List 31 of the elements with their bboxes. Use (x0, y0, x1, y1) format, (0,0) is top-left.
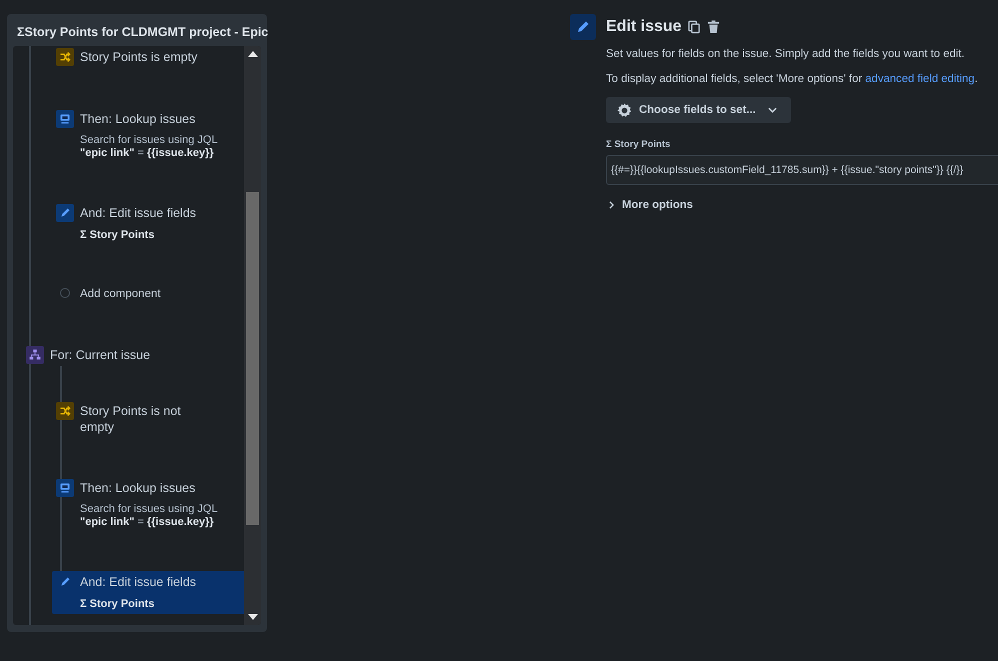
component-description: Search for issues using JQL (80, 503, 219, 516)
editor-hint: To display additional fields, select 'More options' for advanced field editing. (606, 72, 979, 87)
branch-component[interactable]: For: Current issue (21, 344, 220, 366)
component-description: Search for issues using JQL (80, 134, 219, 147)
component-title: For: Current issue (50, 347, 150, 363)
component-detail: Σ Story Points (80, 229, 156, 241)
component-title: Story Points is not empty (80, 403, 182, 435)
component-title: Then: Lookup issues (80, 111, 196, 127)
field-label: Σ Story Points (606, 139, 672, 150)
component-title: And: Edit issue fields (80, 205, 198, 221)
rule-component[interactable]: Then: Lookup issues Search for issues using JQL "epic link" = {{issue.key}} (52, 477, 244, 531)
component-title: Story Points is empty (80, 49, 198, 65)
rule-component[interactable]: Add component (52, 283, 244, 304)
editor-title: Edit issue (606, 18, 682, 36)
editor-description: Set values for fields on the issue. Simply add the fields you want to edit. (606, 47, 966, 62)
component-description: "epic link" = {{issue.key}} (80, 516, 215, 529)
story-points-field[interactable]: {{#=}}{{lookupIssues.customField_11785.sum}} + {{issue."story points"}} {{/}} (606, 155, 998, 185)
component-detail: Σ Story Points (80, 598, 156, 610)
component-title: And: Edit issue fields (80, 574, 198, 590)
rule-component[interactable]: Then: Lookup issues Search for issues using JQL "epic link" = {{issue.key}} (52, 108, 244, 162)
rule-component[interactable]: And: Edit issue fields Σ Story Points (52, 571, 244, 614)
rule-component[interactable]: And: Edit issue fields Σ Story Points (52, 202, 244, 243)
rule-title: ΣStory Points for CLDMGMT project - Epic (16, 24, 267, 41)
choose-fields-button[interactable]: Choose fields to set... (606, 97, 791, 123)
component-title: Then: Lookup issues (80, 480, 196, 496)
rule-component[interactable]: Story Points is not empty (52, 400, 244, 437)
advanced-editing-link[interactable]: advanced field editing (865, 73, 975, 85)
rule-component[interactable]: Story Points is empty (52, 46, 244, 68)
more-options-toggle[interactable]: More options (606, 195, 693, 215)
component-description: "epic link" = {{issue.key}} (80, 147, 215, 160)
component-title: Add component (80, 287, 162, 302)
